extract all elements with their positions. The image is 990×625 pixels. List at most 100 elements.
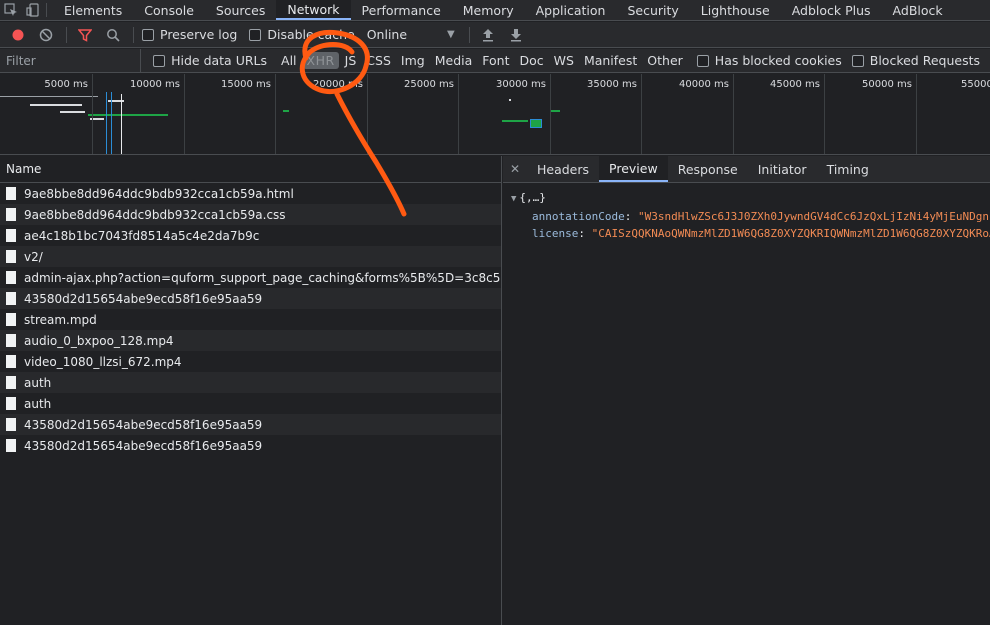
tab-adblock[interactable]: AdBlock	[882, 0, 954, 20]
type-filter-media[interactable]: Media	[431, 52, 477, 69]
overview-waterfall-block	[530, 119, 542, 128]
type-filter-doc[interactable]: Doc	[515, 52, 547, 69]
table-row[interactable]: 43580d2d15654abe9ecd58f16e95aa59	[0, 288, 501, 309]
timeline-tick-label: 50000 ms	[862, 79, 912, 90]
detail-tab-list: Headers Preview Response Initiator Timing	[527, 156, 879, 182]
type-filter-font[interactable]: Font	[478, 52, 513, 69]
table-row[interactable]: 43580d2d15654abe9ecd58f16e95aa59	[0, 435, 501, 456]
preserve-log-label: Preserve log	[160, 27, 238, 42]
disable-cache-label: Disable cache	[267, 27, 355, 42]
json-property[interactable]: annotationCode: "W3sndHlwZSc6J3J0ZXh0Jyw…	[511, 208, 990, 225]
table-row[interactable]: admin-ajax.php?action=quform_support_pag…	[0, 267, 501, 288]
table-row[interactable]: auth	[0, 372, 501, 393]
search-icon[interactable]	[103, 25, 123, 45]
timeline-gridline	[458, 74, 459, 154]
throttling-value: Online	[366, 27, 408, 42]
table-row[interactable]: v2/	[0, 246, 501, 267]
inspect-element-icon[interactable]	[0, 0, 22, 20]
json-property[interactable]: license: "CAISzQQKNAoQWNmzMlZD1W6QG8Z0XY…	[511, 225, 990, 242]
detail-tab-preview[interactable]: Preview	[599, 156, 668, 182]
panel-tabs: Elements Console Sources Network Performance…	[53, 0, 954, 20]
request-name: video_1080_llzsi_672.mp4	[24, 354, 182, 369]
tab-security[interactable]: Security	[616, 0, 689, 20]
type-filter-js[interactable]: JS	[341, 52, 361, 69]
disable-cache-checkbox[interactable]: Disable cache	[249, 27, 355, 42]
overview-waterfall-bar	[30, 104, 82, 106]
tab-memory[interactable]: Memory	[452, 0, 525, 20]
clear-icon[interactable]	[36, 25, 56, 45]
json-object-root[interactable]: ▼ {,…}	[511, 189, 990, 208]
checkbox-box[interactable]	[851, 54, 864, 67]
dom-content-loaded-marker	[111, 92, 112, 154]
detail-tab-headers[interactable]: Headers	[527, 156, 599, 182]
tab-sources[interactable]: Sources	[205, 0, 276, 20]
record-button[interactable]	[8, 25, 28, 45]
table-row[interactable]: ae4c18b1bc7043fd8514a5c4e2da7b9c	[0, 225, 501, 246]
hide-data-urls-checkbox[interactable]: Hide data URLs	[153, 53, 267, 68]
table-row[interactable]: 9ae8bbe8dd964ddc9bdb932cca1cb59a.css	[0, 204, 501, 225]
throttling-select[interactable]: Online ▼	[367, 27, 455, 42]
timeline-tick-label: 30000 ms	[496, 79, 546, 90]
table-row[interactable]: 43580d2d15654abe9ecd58f16e95aa59	[0, 414, 501, 435]
overview-waterfall-bar	[551, 110, 560, 112]
tab-performance[interactable]: Performance	[351, 0, 452, 20]
checkbox-box[interactable]	[153, 54, 166, 67]
filter-funnel-icon[interactable]	[75, 25, 95, 45]
property-key: license	[532, 227, 579, 240]
request-name: auth	[24, 375, 52, 390]
type-filter-ws[interactable]: WS	[550, 52, 578, 69]
type-filter-all[interactable]: All	[277, 52, 301, 69]
type-filter-manifest[interactable]: Manifest	[580, 52, 641, 69]
timeline-gridline	[916, 74, 917, 154]
table-row[interactable]: stream.mpd	[0, 309, 501, 330]
overview-waterfall-bar	[283, 110, 289, 112]
timeline-tick-label: 10000 ms	[130, 79, 180, 90]
hide-data-urls-label: Hide data URLs	[171, 53, 268, 68]
checkbox-box[interactable]	[249, 28, 262, 41]
table-row[interactable]: video_1080_llzsi_672.mp4	[0, 351, 501, 372]
close-icon[interactable]: ✕	[503, 156, 527, 182]
toolbar-separator	[66, 26, 67, 43]
checkbox-box[interactable]	[696, 54, 709, 67]
type-filter-other[interactable]: Other	[643, 52, 687, 69]
detail-tab-response[interactable]: Response	[668, 156, 748, 182]
blocked-requests-checkbox[interactable]: Blocked Requests	[851, 53, 980, 68]
type-filter-xhr[interactable]: XHR	[302, 52, 339, 69]
timeline-tick-label: 35000 ms	[587, 79, 637, 90]
property-value: "W3sndHlwZSc6J3J0ZXh0JywndGV4dCc6JzQxLjI…	[637, 210, 990, 223]
filter-input[interactable]: Filter	[0, 48, 142, 73]
name-column-header[interactable]: Name	[0, 156, 501, 183]
property-colon: :	[624, 210, 638, 223]
preserve-log-checkbox[interactable]: Preserve log	[142, 27, 237, 42]
detail-tab-timing[interactable]: Timing	[817, 156, 879, 182]
tab-adblock-plus[interactable]: Adblock Plus	[781, 0, 882, 20]
expand-triangle-icon[interactable]: ▼	[511, 194, 516, 204]
document-icon	[6, 439, 16, 452]
detail-tab-initiator[interactable]: Initiator	[748, 156, 817, 182]
table-row[interactable]: auth	[0, 393, 501, 414]
tab-network[interactable]: Network	[276, 0, 351, 20]
tab-elements[interactable]: Elements	[53, 0, 133, 20]
load-event-marker	[121, 94, 122, 154]
device-toolbar-icon[interactable]	[22, 0, 44, 20]
timeline-tick-label: 5000 ms	[44, 79, 88, 90]
timeline-gridline	[92, 74, 93, 154]
table-row[interactable]: audio_0_bxpoo_128.mp4	[0, 330, 501, 351]
json-preview: ▼ {,…} annotationCode: "W3sndHlwZSc6J3J0Z…	[503, 183, 990, 242]
tab-lighthouse[interactable]: Lighthouse	[690, 0, 781, 20]
tab-bar-separator	[46, 3, 47, 17]
table-row[interactable]: 9ae8bbe8dd964ddc9bdb932cca1cb59a.html	[0, 183, 501, 204]
type-filter-css[interactable]: CSS	[362, 52, 395, 69]
request-detail-panel: ✕ Headers Preview Response Initiator Timing …	[503, 156, 990, 625]
timeline-tick-label: 15000 ms	[221, 79, 271, 90]
import-har-icon[interactable]	[478, 25, 498, 45]
has-blocked-cookies-checkbox[interactable]: Has blocked cookies	[696, 53, 842, 68]
export-har-icon[interactable]	[506, 25, 526, 45]
timeline-gridline	[184, 74, 185, 154]
request-name: stream.mpd	[24, 312, 97, 327]
tab-console[interactable]: Console	[133, 0, 205, 20]
tab-application[interactable]: Application	[525, 0, 617, 20]
network-overview-timeline[interactable]: 5000 ms 10000 ms 15000 ms 20000 ms 25000 ms 3…	[0, 74, 990, 155]
type-filter-img[interactable]: Img	[397, 52, 429, 69]
checkbox-box[interactable]	[142, 28, 154, 41]
